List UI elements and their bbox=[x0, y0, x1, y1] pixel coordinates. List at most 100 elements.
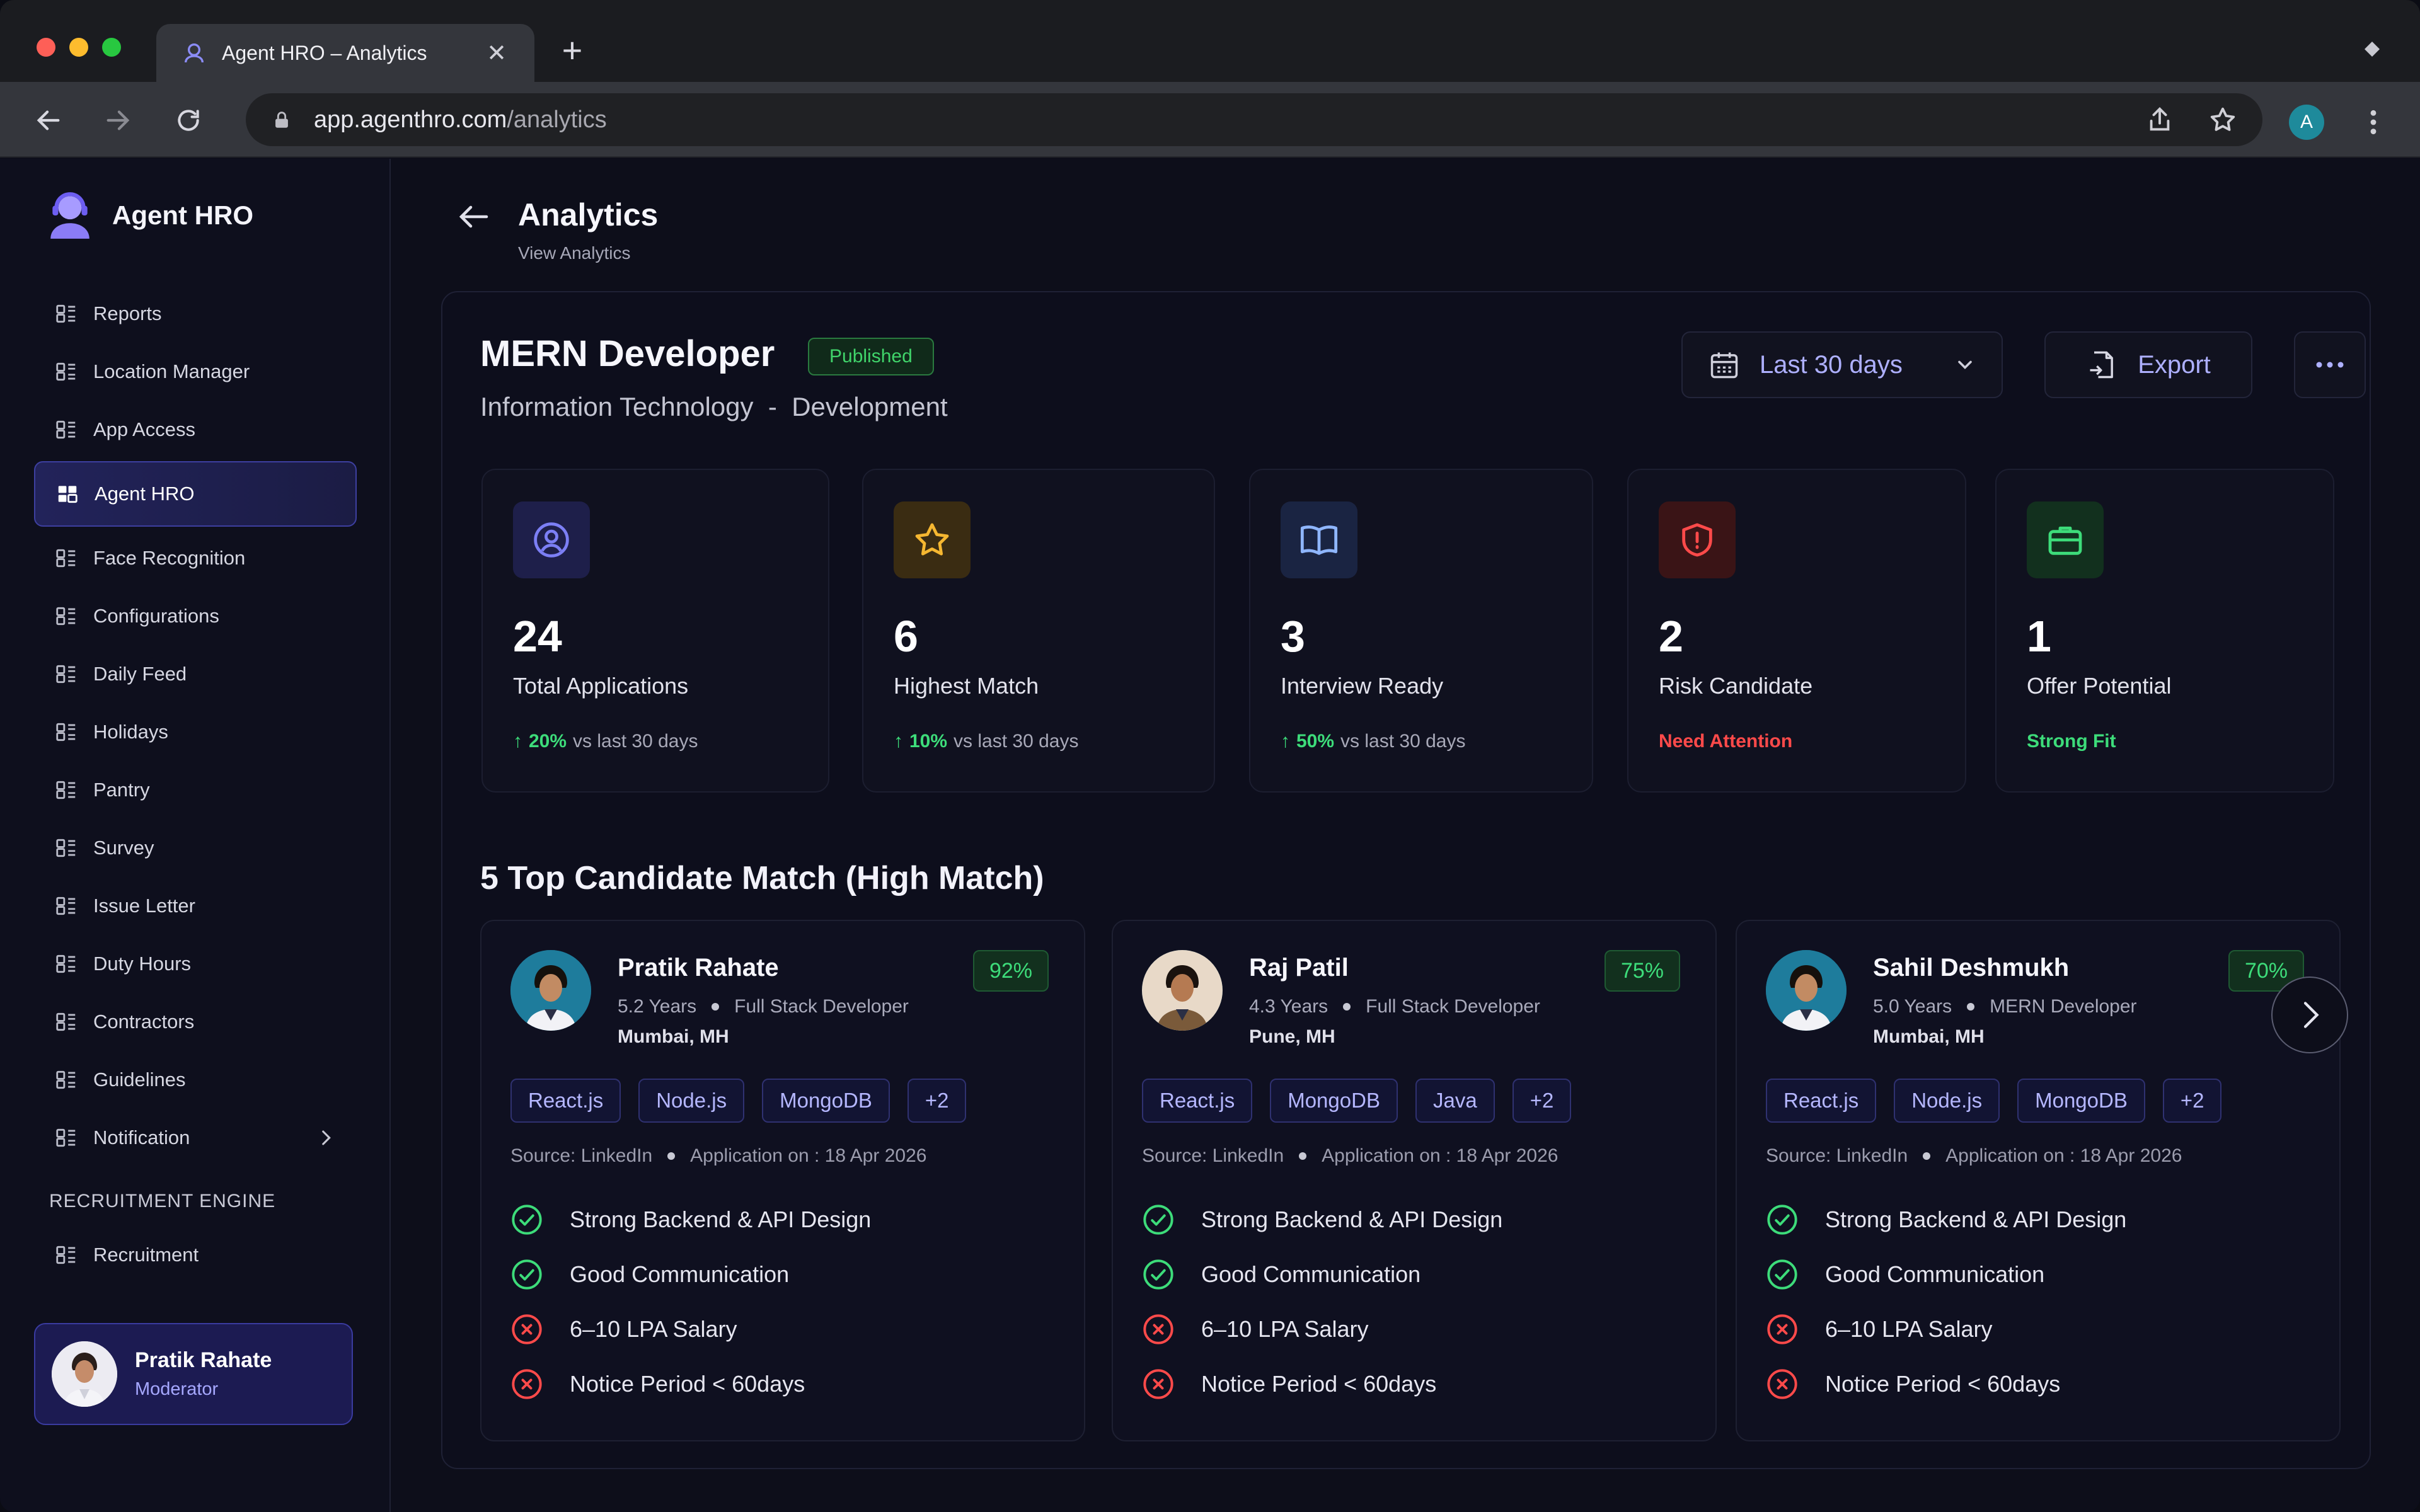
carousel-next-button[interactable] bbox=[2271, 976, 2348, 1053]
candidate-source-line: Source: LinkedIn Application on : 18 Apr … bbox=[1142, 1145, 1686, 1167]
skill-tag: MongoDB bbox=[762, 1079, 890, 1123]
sidebar-item-label: Pantry bbox=[93, 779, 150, 801]
sidebar-item-location-manager[interactable]: Location Manager bbox=[34, 343, 357, 401]
sidebar-item-agent-hro[interactable]: Agent HRO bbox=[34, 461, 357, 527]
skill-tags: React.js MongoDB Java +2 bbox=[1142, 1079, 1686, 1123]
address-bar[interactable]: app.agenthro.com/analytics bbox=[246, 93, 2262, 146]
browser-reload-icon[interactable] bbox=[173, 105, 204, 136]
application-date: Application on : 18 Apr 2026 bbox=[1322, 1145, 1559, 1166]
sidebar-item-face-recognition[interactable]: Face Recognition bbox=[34, 529, 357, 587]
sidebar-item-duty-hours[interactable]: Duty Hours bbox=[34, 935, 357, 993]
avatar bbox=[52, 1341, 117, 1407]
sidebar-item-label: Recruitment bbox=[93, 1244, 199, 1266]
sidebar-item-recruitment[interactable]: Recruitment bbox=[34, 1226, 357, 1284]
main-content: Analytics View Analytics MERN Developer … bbox=[392, 159, 2420, 1512]
candidate-source: Source: LinkedIn bbox=[1766, 1145, 1908, 1166]
date-range-dropdown[interactable]: Last 30 days bbox=[1681, 331, 2003, 398]
stat-card-risk-candidate[interactable]: 2 Risk Candidate Need Attention bbox=[1627, 469, 1966, 793]
skill-tag: React.js bbox=[1766, 1079, 1877, 1123]
stat-card-interview-ready[interactable]: 3 Interview Ready ↑ 50% vs last 30 days bbox=[1249, 469, 1593, 793]
separator-dot bbox=[667, 1152, 676, 1160]
sidebar-item-label: Configurations bbox=[93, 605, 219, 627]
candidate-name[interactable]: Pratik Rahate bbox=[618, 954, 909, 982]
window-close-button[interactable] bbox=[37, 38, 55, 57]
share-icon[interactable] bbox=[2145, 105, 2174, 134]
stat-change-value: 50% bbox=[1296, 731, 1335, 752]
menu-grid-icon bbox=[54, 1068, 78, 1092]
criteria-text: 6–10 LPA Salary bbox=[1201, 1315, 1369, 1342]
window-zoom-button[interactable] bbox=[102, 38, 121, 57]
browser-menu-icon[interactable] bbox=[2361, 105, 2386, 140]
skill-tags: React.js Node.js MongoDB +2 bbox=[510, 1079, 1055, 1123]
shield-alert-icon bbox=[1659, 501, 1736, 578]
sidebar-item-guidelines[interactable]: Guidelines bbox=[34, 1051, 357, 1109]
page-subtitle: View Analytics bbox=[518, 243, 631, 263]
new-tab-button[interactable]: + bbox=[553, 32, 591, 69]
criteria-item: Good Communication bbox=[1766, 1247, 2310, 1302]
candidate-card[interactable]: Raj Patil 4.3 Years Full Stack Developer Pu… bbox=[1112, 920, 1717, 1441]
date-range-label: Last 30 days bbox=[1760, 350, 1903, 379]
browser-forward-icon[interactable] bbox=[102, 105, 134, 136]
criteria-text: Strong Backend & API Design bbox=[570, 1206, 872, 1232]
user-profile-card[interactable]: Pratik Rahate Moderator bbox=[34, 1323, 353, 1425]
stat-change: ↑ 20% vs last 30 days bbox=[513, 731, 798, 752]
back-arrow-icon[interactable] bbox=[455, 198, 493, 236]
sidebar-item-label: Agent HRO bbox=[95, 483, 195, 505]
sidebar-item-label: App Access bbox=[93, 418, 195, 440]
sidebar-item-survey[interactable]: Survey bbox=[34, 819, 357, 877]
browser-back-icon[interactable] bbox=[33, 105, 64, 136]
candidate-info: Sahil Deshmukh 5.0 Years MERN Developer Mum… bbox=[1873, 950, 2137, 1048]
criteria-list: Strong Backend & API Design Good Communic… bbox=[510, 1192, 1055, 1411]
menu-grid-icon bbox=[54, 302, 78, 326]
menu-grid-icon bbox=[54, 604, 78, 628]
arrow-up-icon: ↑ bbox=[1281, 731, 1290, 752]
skill-tag: React.js bbox=[1142, 1079, 1253, 1123]
criteria-text: Notice Period < 60days bbox=[1201, 1370, 1437, 1397]
criteria-item: 6–10 LPA Salary bbox=[1766, 1302, 2310, 1356]
candidate-card[interactable]: Pratik Rahate 5.2 Years Full Stack Develop… bbox=[480, 920, 1085, 1441]
more-skills-tag[interactable]: +2 bbox=[1512, 1079, 1572, 1123]
application-date: Application on : 18 Apr 2026 bbox=[690, 1145, 927, 1166]
browser-profile-avatar[interactable]: A bbox=[2289, 105, 2324, 140]
more-options-button[interactable] bbox=[2294, 331, 2366, 398]
more-skills-tag[interactable]: +2 bbox=[2162, 1079, 2222, 1123]
tab-search-icon[interactable] bbox=[2361, 38, 2383, 60]
candidate-name[interactable]: Sahil Deshmukh bbox=[1873, 954, 2137, 982]
sidebar-item-contractors[interactable]: Contractors bbox=[34, 993, 357, 1051]
sidebar-item-daily-feed[interactable]: Daily Feed bbox=[34, 645, 357, 703]
job-department: Information Technology bbox=[480, 392, 754, 421]
browser-tab-title: Agent HRO – Analytics bbox=[222, 41, 427, 64]
check-circle-icon bbox=[510, 1203, 543, 1236]
stat-card-offer-potential[interactable]: 1 Offer Potential Strong Fit bbox=[1995, 469, 2334, 793]
menu-grid-icon bbox=[55, 482, 79, 506]
job-title: MERN Developer bbox=[480, 333, 775, 374]
stat-card-total-applications[interactable]: 24 Total Applications ↑ 20% vs last 30 days bbox=[481, 469, 829, 793]
sidebar-item-notification[interactable]: Notification bbox=[34, 1109, 357, 1167]
sidebar-item-configurations[interactable]: Configurations bbox=[34, 587, 357, 645]
stat-card-highest-match[interactable]: 6 Highest Match ↑ 10% vs last 30 days bbox=[862, 469, 1215, 793]
stat-note: Strong Fit bbox=[2027, 731, 2116, 752]
tab-close-icon[interactable]: ✕ bbox=[484, 39, 509, 67]
user-circle-icon bbox=[513, 501, 590, 578]
bookmark-star-icon[interactable] bbox=[2208, 105, 2237, 134]
skill-tag: MongoDB bbox=[1270, 1079, 1398, 1123]
stat-change-suffix: vs last 30 days bbox=[1340, 731, 1466, 752]
brand[interactable]: Agent HRO bbox=[47, 190, 253, 241]
stat-change: ↑ 10% vs last 30 days bbox=[894, 731, 1184, 752]
sidebar-item-app-access[interactable]: App Access bbox=[34, 401, 357, 459]
sidebar-item-holidays[interactable]: Holidays bbox=[34, 703, 357, 761]
window-minimize-button[interactable] bbox=[69, 38, 88, 57]
export-button[interactable]: Export bbox=[2044, 331, 2252, 398]
sidebar-item-issue-letter[interactable]: Issue Letter bbox=[34, 877, 357, 935]
candidate-name[interactable]: Raj Patil bbox=[1249, 954, 1540, 982]
avatar bbox=[1766, 950, 1847, 1031]
candidate-card[interactable]: Sahil Deshmukh 5.0 Years MERN Developer Mum… bbox=[1736, 920, 2341, 1441]
arrow-up-icon: ↑ bbox=[513, 731, 522, 752]
skill-tag: Node.js bbox=[1894, 1079, 2000, 1123]
more-skills-tag[interactable]: +2 bbox=[907, 1079, 967, 1123]
sidebar-item-reports[interactable]: Reports bbox=[34, 285, 357, 343]
criteria-text: 6–10 LPA Salary bbox=[1825, 1315, 1993, 1342]
sidebar-item-label: Contractors bbox=[93, 1011, 195, 1033]
sidebar-item-pantry[interactable]: Pantry bbox=[34, 761, 357, 819]
browser-tab-active[interactable]: Agent HRO – Analytics ✕ bbox=[156, 24, 534, 82]
